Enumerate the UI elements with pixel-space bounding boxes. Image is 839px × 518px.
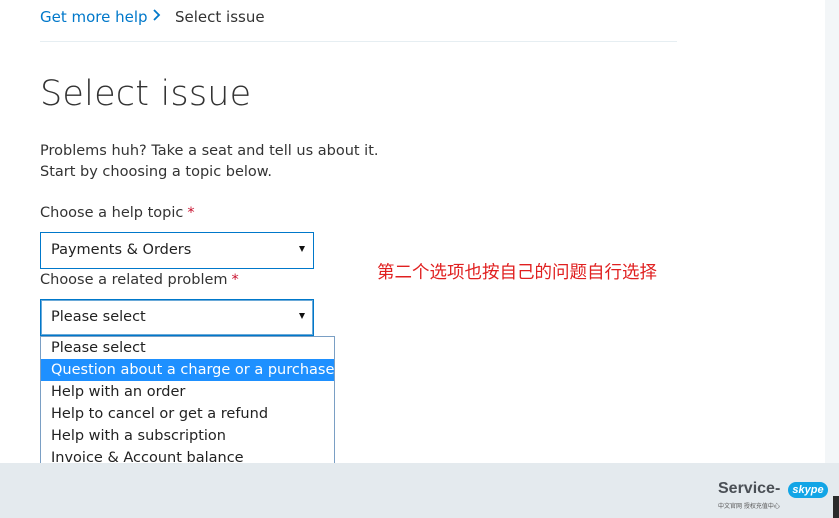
dropdown-arrow-icon <box>299 313 305 319</box>
chevron-right-icon <box>153 9 161 21</box>
dropdown-option-charge-or-purchase[interactable]: Question about a charge or a purchase <box>41 359 334 381</box>
help-topic-select[interactable]: Payments & Orders <box>40 232 314 269</box>
required-marker: * <box>187 205 195 221</box>
dropdown-arrow-icon <box>299 246 305 252</box>
breadcrumb-link-get-more-help[interactable]: Get more help <box>40 8 148 26</box>
watermark-text: Service- <box>718 480 781 497</box>
related-problem-label-text: Choose a related problem <box>40 272 228 288</box>
help-topic-label-text: Choose a help topic <box>40 205 184 221</box>
page-title: Select issue <box>40 74 252 114</box>
dropdown-option-help-with-order[interactable]: Help with an order <box>41 381 334 403</box>
dropdown-option-subscription[interactable]: Help with a subscription <box>41 425 334 447</box>
required-marker: * <box>231 272 239 288</box>
corner-mark <box>833 496 839 518</box>
page-scrollbar[interactable] <box>825 0 839 463</box>
related-problem-select-value: Please select <box>51 309 146 325</box>
intro-text-line1: Problems huh? Take a seat and tell us ab… <box>40 143 379 159</box>
help-topic-select-value: Payments & Orders <box>51 242 192 258</box>
related-problem-dropdown-list: Please select Question about a charge or… <box>40 336 335 469</box>
related-problem-select[interactable]: Please select <box>40 299 314 336</box>
annotation-text: 第二个选项也按自己的问题自行选择 <box>377 263 657 283</box>
breadcrumb-current: Select issue <box>175 8 265 26</box>
watermark-subtext: 中文官网 授权充值中心 <box>718 503 780 510</box>
skype-logo-icon: skype <box>788 482 828 498</box>
dropdown-option-cancel-or-refund[interactable]: Help to cancel or get a refund <box>41 403 334 425</box>
watermark-logo: Service- skype 中文官网 授权充值中心 <box>718 480 830 512</box>
footer-band <box>0 463 839 518</box>
related-problem-label: Choose a related problem * <box>40 272 239 288</box>
help-topic-label: Choose a help topic * <box>40 205 195 221</box>
breadcrumb: Get more help Select issue <box>40 7 677 42</box>
dropdown-option-please-select[interactable]: Please select <box>41 337 334 359</box>
intro-text-line2: Start by choosing a topic below. <box>40 164 272 180</box>
